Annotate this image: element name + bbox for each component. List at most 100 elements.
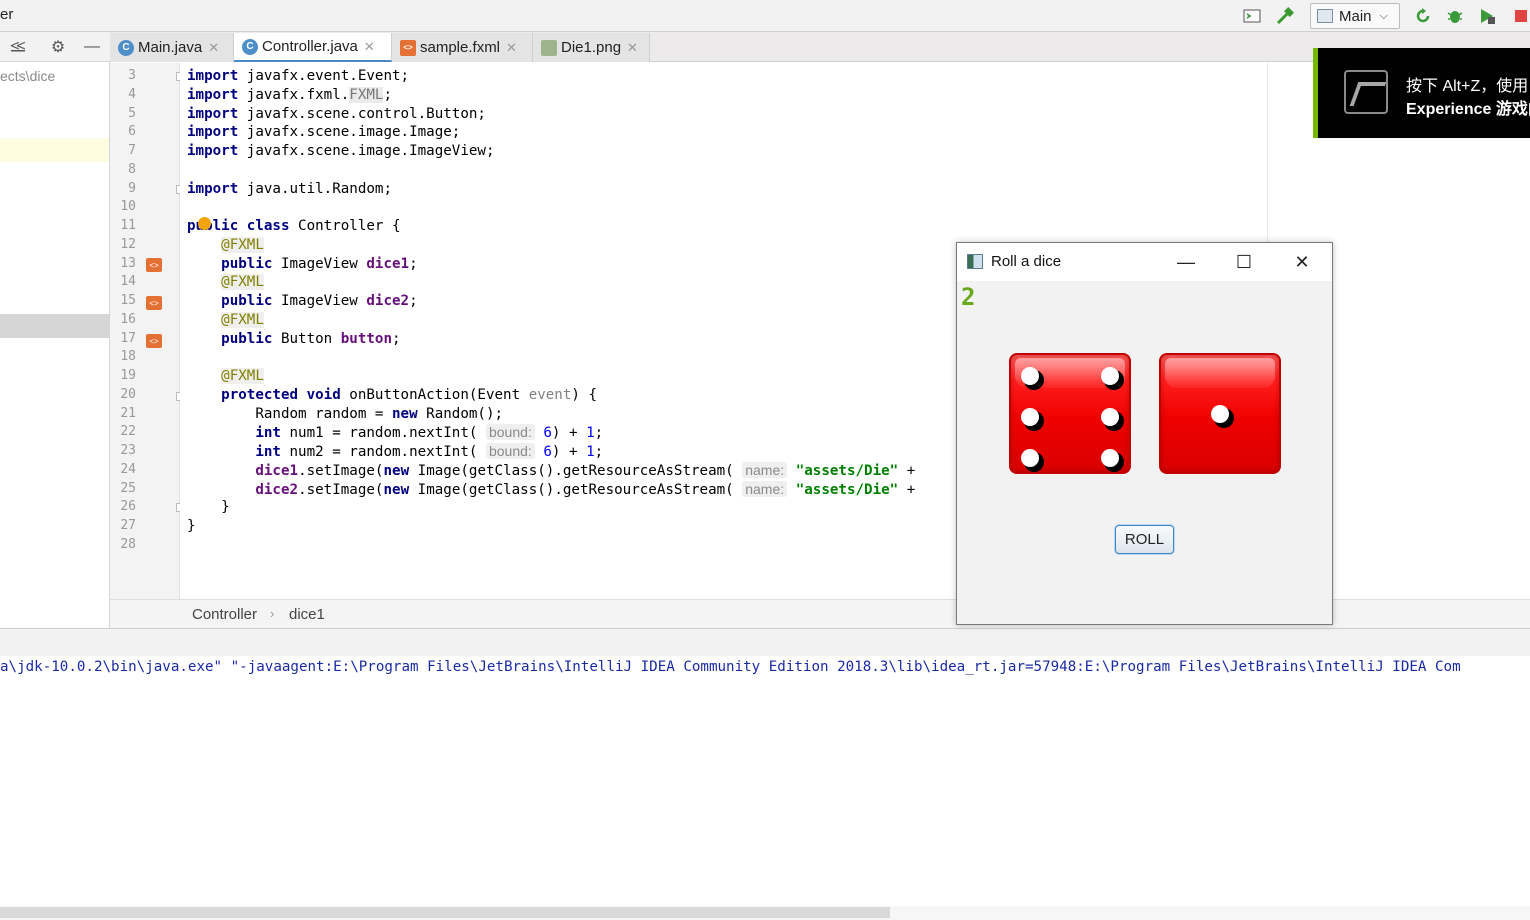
code-line: } [187,499,230,515]
code-line: import javafx.event.Event; [187,68,410,84]
code-line: } [187,518,196,534]
line-number: 7 [128,143,136,158]
line-number: 20 [120,387,136,402]
tab-main-java[interactable]: C Main.java ✕ [110,33,234,62]
die-pip [1101,449,1119,467]
console-output-line: a\jdk-10.0.2\bin\java.exe" "-javaagent:E… [0,659,1461,675]
line-number: 25 [120,481,136,496]
stop-icon[interactable] [1510,6,1530,26]
tab-sample-fxml[interactable]: <> sample.fxml ✕ [392,33,533,62]
parameter-hint: name: [742,462,788,478]
roll-a-dice-window: Roll a dice — ☐ ✕ 2 ROLL [956,242,1333,625]
build-hammer-icon[interactable] [1274,6,1296,26]
line-number: 19 [120,368,136,383]
run-console[interactable]: a\jdk-10.0.2\bin\java.exe" "-javaagent:E… [0,656,1530,906]
code-line: import javafx.scene.image.ImageView; [187,143,495,159]
run-config-select[interactable]: Main ⌵ [1310,3,1400,29]
project-path[interactable]: ects\dice [0,68,55,84]
roll-button[interactable]: ROLL [1115,525,1174,554]
tab-label: Die1.png [561,39,622,56]
line-number: 11 [120,218,136,233]
tab-label: Main.java [138,39,203,56]
app-window-icon [967,254,983,269]
code-line: @FXML [221,312,264,328]
tab-label: sample.fxml [420,39,501,56]
line-number: 22 [120,424,136,439]
overlay-text-line2: Experience 游戏内 [1406,101,1530,118]
die-pip [1021,408,1039,426]
breadcrumb-member[interactable]: dice1 [289,606,325,623]
breadcrumb-class[interactable]: Controller [192,606,257,623]
die-one-face-six [1009,353,1131,474]
parameter-hint: bound: [485,443,535,459]
close-icon[interactable]: ✕ [627,40,638,56]
code-line: import java.util.Random; [187,181,392,197]
die-pip [1021,367,1039,385]
close-icon[interactable]: ✕ [1279,249,1325,275]
chevron-down-icon: ⌵ [1379,9,1388,22]
fxml-navigate-icon[interactable]: <> [146,296,162,310]
close-icon[interactable]: ✕ [208,40,219,56]
intention-bulb-icon[interactable] [198,217,211,230]
line-number: 10 [120,199,136,214]
die-pip [1101,408,1119,426]
code-line: import javafx.fxml.FXML; [187,87,393,103]
code-line: Random random = new Random(); [187,406,504,422]
line-number: 17 [120,331,136,346]
line-number: 5 [128,106,136,121]
line-number: 13 [120,256,136,271]
app-title: er [0,6,14,23]
code-line: @FXML [221,274,264,290]
tab-die1-png[interactable]: Die1.png ✕ [533,33,650,62]
die-two-face-one [1159,353,1281,474]
run-with-coverage-icon[interactable] [1476,6,1498,26]
tab-controller-java[interactable]: C Controller.java ✕ [234,33,392,62]
close-icon[interactable]: ✕ [364,39,375,55]
line-number: 9 [128,181,136,196]
project-toolbar: ⪣ ⚙ — [0,32,110,62]
code-line: import javafx.scene.control.Button; [187,106,486,122]
experience-overlay-notification[interactable]: 按下 Alt+Z，使用 Experience 游戏内 [1313,48,1530,138]
debug-bug-icon[interactable] [1444,6,1466,26]
run-config-label: Main [1339,7,1372,25]
project-tree-row-selected[interactable] [0,314,109,338]
code-line: public ImageView dice2; [221,293,418,309]
fxml-navigate-icon[interactable]: <> [146,258,162,272]
code-line: @FXML [221,368,264,384]
code-line: protected void onButtonAction(Event even… [221,387,598,403]
terminal-icon[interactable] [1241,6,1263,26]
title-bar: er Main ⌵ [0,0,1530,32]
minimize-icon[interactable]: — [1163,249,1209,275]
application-config-icon [1317,9,1333,23]
maximize-icon[interactable]: ☐ [1221,249,1267,275]
die-pip [1021,449,1039,467]
collapse-all-icon[interactable]: ⪣ [8,37,28,57]
code-line: dice2.setImage(new Image(getClass().getR… [255,481,916,498]
geforce-logo-icon [1344,70,1388,114]
java-class-icon: C [118,39,134,56]
fxml-navigate-icon[interactable]: <> [146,334,162,348]
project-panel: ⪣ ⚙ — ects\dice [0,32,110,628]
tab-label: Controller.java [262,38,358,55]
line-number: 18 [120,349,136,364]
window-title-bar[interactable]: Roll a dice — ☐ ✕ [957,243,1332,281]
code-line: public ImageView dice1; [221,256,418,272]
hide-panel-icon[interactable]: — [82,37,102,57]
line-number: 16 [120,312,136,327]
java-class-icon: C [242,38,258,55]
image-file-icon [541,39,557,56]
line-number: 8 [128,162,136,177]
rerun-icon[interactable] [1412,6,1434,26]
code-line: @FXML [221,237,264,253]
line-number: 26 [120,499,136,514]
gear-icon[interactable]: ⚙ [48,37,68,57]
overlay-text-line1: 按下 Alt+Z，使用 [1406,78,1529,95]
line-number: 21 [120,406,136,421]
project-tree-row[interactable] [0,138,109,162]
run-console-toolbar [0,628,1530,656]
die-pip [1211,405,1229,423]
close-icon[interactable]: ✕ [506,40,517,56]
line-number: 23 [120,443,136,458]
line-number: 14 [120,274,136,289]
horizontal-scrollbar-thumb[interactable] [0,907,890,918]
